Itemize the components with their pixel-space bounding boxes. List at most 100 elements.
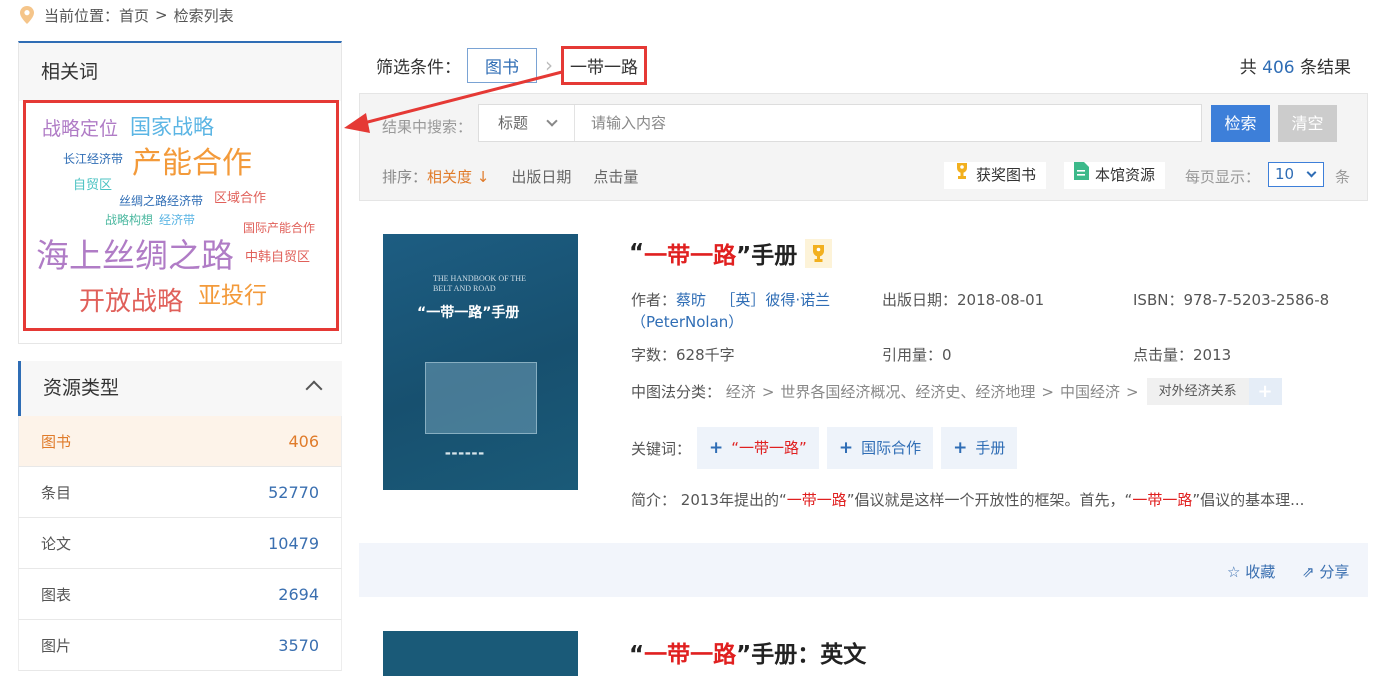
search-box: 标题 请输入内容 [478,104,1202,142]
search-input[interactable]: 请输入内容 [591,105,666,141]
clicks-label: 点击量： [1133,346,1194,364]
resource-item-paper[interactable]: 论文 10479 [18,518,342,569]
resource-item-book[interactable]: 图书 406 [18,416,342,467]
book-cover[interactable] [383,631,578,676]
cloud-word[interactable]: 自贸区 [73,179,112,192]
search-within-label: 结果中搜索： [382,118,473,136]
cover-publisher-mark: ▬▬▬▬▬▬ [445,450,486,457]
cover-map-image [425,362,537,434]
summary-text: ”倡议的基本理... [1192,491,1305,509]
classification-label: 中图法分类： [631,383,722,401]
filter-label: 筛选条件： [376,57,461,78]
cloud-word[interactable]: 战略定位 [42,120,118,139]
pub-date-label: 出版日期： [882,291,958,309]
classification-separator: > [1126,382,1139,401]
result-total: 共 406 条结果 [1240,53,1351,78]
cloud-word[interactable]: 战略构想 [105,214,153,226]
classification-link[interactable]: 世界各国经济概况、经济史、经济地理 [780,381,1035,402]
resource-item-label: 图表 [41,585,72,604]
record-title[interactable]: “一带一路”手册：英文 [629,635,866,669]
keywords-row: 关键词： + “一带一路” + 国际合作 + 手册 [631,427,1025,469]
keyword-text: 国际合作 [861,439,922,457]
chevron-down-icon [546,115,558,127]
word-count-value: 628千字 [676,346,735,364]
cloud-word[interactable]: 国家战略 [130,117,214,138]
resource-type-header[interactable]: 资源类型 [18,361,342,416]
keyword-tag[interactable]: + 国际合作 [826,427,934,469]
cloud-word[interactable]: 产能合作 [132,149,252,179]
cloud-word[interactable]: 中韩自贸区 [245,251,310,264]
cloud-word[interactable]: 长江经济带 [63,153,123,165]
document-icon [1074,162,1089,189]
resource-item-label: 条目 [41,483,72,502]
cloud-word[interactable]: 海上丝绸之路 [36,239,234,272]
star-icon: ☆ [1227,563,1241,581]
chevron-down-icon [1306,167,1317,178]
citations-label: 引用量： [882,346,943,364]
trophy-icon [805,238,833,268]
keyword-text: 手册 [975,439,1006,457]
record-title[interactable]: “一带一路 ”手册 [629,236,833,270]
trophy-icon [954,162,970,189]
keyword-text: “一带一路” [731,439,807,457]
cloud-word[interactable]: 开放战略 [79,289,183,315]
favorite-button[interactable]: ☆ 收藏 [1227,561,1275,582]
classification-link[interactable]: 中国经济 [1060,381,1120,402]
search-button[interactable]: 检索 [1211,105,1270,142]
cloud-word[interactable]: 区域合作 [214,192,266,205]
sort-relevance[interactable]: 相关度 ↓ [427,166,489,187]
per-page-select[interactable]: 10 [1268,162,1324,187]
filter-tag-type[interactable]: 图书 [467,47,537,83]
result-total-count: 406 [1262,58,1295,78]
summary-keyword: 一带一路 [786,491,847,509]
resource-item-label: 图片 [41,636,72,655]
cloud-word[interactable]: 亚投行 [198,285,267,308]
sort-clicks[interactable]: 点击量 [593,166,638,187]
record-title-keyword: 一带一路 [644,642,737,668]
resource-item-chart[interactable]: 图表 2694 [18,569,342,620]
word-cloud: 战略定位 国家战略 长江经济带 产能合作 自贸区 丝绸之路经济带 区域合作 战略… [23,100,339,331]
share-button[interactable]: ⇗ 分享 [1302,561,1349,582]
sort-date[interactable]: 出版日期 [511,166,571,187]
record-title-rest: ”手册：英文 [736,642,867,668]
local-resources-button[interactable]: 本馆资源 [1064,162,1166,189]
filter-bar: 筛选条件： 图书 › 一带一路 共 406 条结果 [359,41,1368,89]
resource-item-count: 52770 [268,482,319,502]
per-page-unit: 条 [1335,168,1351,186]
record-citations: 引用量：0 [882,344,952,365]
chevron-up-icon[interactable] [305,380,323,398]
author-link[interactable]: 蔡昉 [676,291,706,309]
breadcrumb-current: 检索列表 [173,6,234,25]
summary-keyword: 一带一路 [1132,491,1193,509]
keyword-tag[interactable]: + “一带一路” [697,427,819,469]
classification-link[interactable]: 经济 [726,381,756,402]
cloud-word[interactable]: 国际产能合作 [243,222,315,234]
breadcrumb-home-link[interactable]: 首页 [119,5,149,26]
cloud-word[interactable]: 经济带 [159,214,195,226]
left-sidebar: 相关词 战略定位 国家战略 长江经济带 产能合作 自贸区 丝绸之路经济带 区域合… [18,41,342,671]
related-words-title: 相关词 [19,43,341,101]
resource-item-count: 10479 [268,533,319,553]
isbn-value: 978-7-5203-2586-8 [1183,291,1330,309]
record-clicks: 点击量：2013 [1133,344,1231,365]
plus-icon[interactable]: + [1248,378,1282,405]
award-books-button[interactable]: 获奖图书 [944,162,1047,189]
pub-date-value: 2018-08-01 [957,291,1045,309]
search-field-select[interactable]: 标题 [479,105,575,141]
classification-separator: > [1041,382,1054,401]
clear-button[interactable]: 清空 [1278,105,1337,142]
resource-item-image[interactable]: 图片 3570 [18,620,342,671]
sort-relevance-label: 相关度 [427,168,473,186]
record-pub-date: 出版日期：2018-08-01 [882,289,1044,310]
keyword-tag[interactable]: + 手册 [941,427,1018,469]
book-cover[interactable]: THE HANDBOOK OF THE BELT AND ROAD “一带一路”… [383,234,578,490]
filter-tag-keyword[interactable]: 一带一路 [561,45,647,85]
classification-current[interactable]: 对外经济关系 [1146,378,1249,405]
share-label: 分享 [1319,563,1350,581]
result-total-suffix: 条结果 [1300,58,1351,78]
record-summary: 简介： 2013年提出的“一带一路”倡议就是这样一个开放性的框架。首先，“一带一… [631,489,1366,510]
cloud-word[interactable]: 丝绸之路经济带 [119,195,203,207]
results-area: 筛选条件： 图书 › 一带一路 共 406 条结果 结果中搜索： 标题 请输入内… [359,41,1368,676]
summary-label: 简介： [631,491,677,509]
resource-item-entry[interactable]: 条目 52770 [18,467,342,518]
